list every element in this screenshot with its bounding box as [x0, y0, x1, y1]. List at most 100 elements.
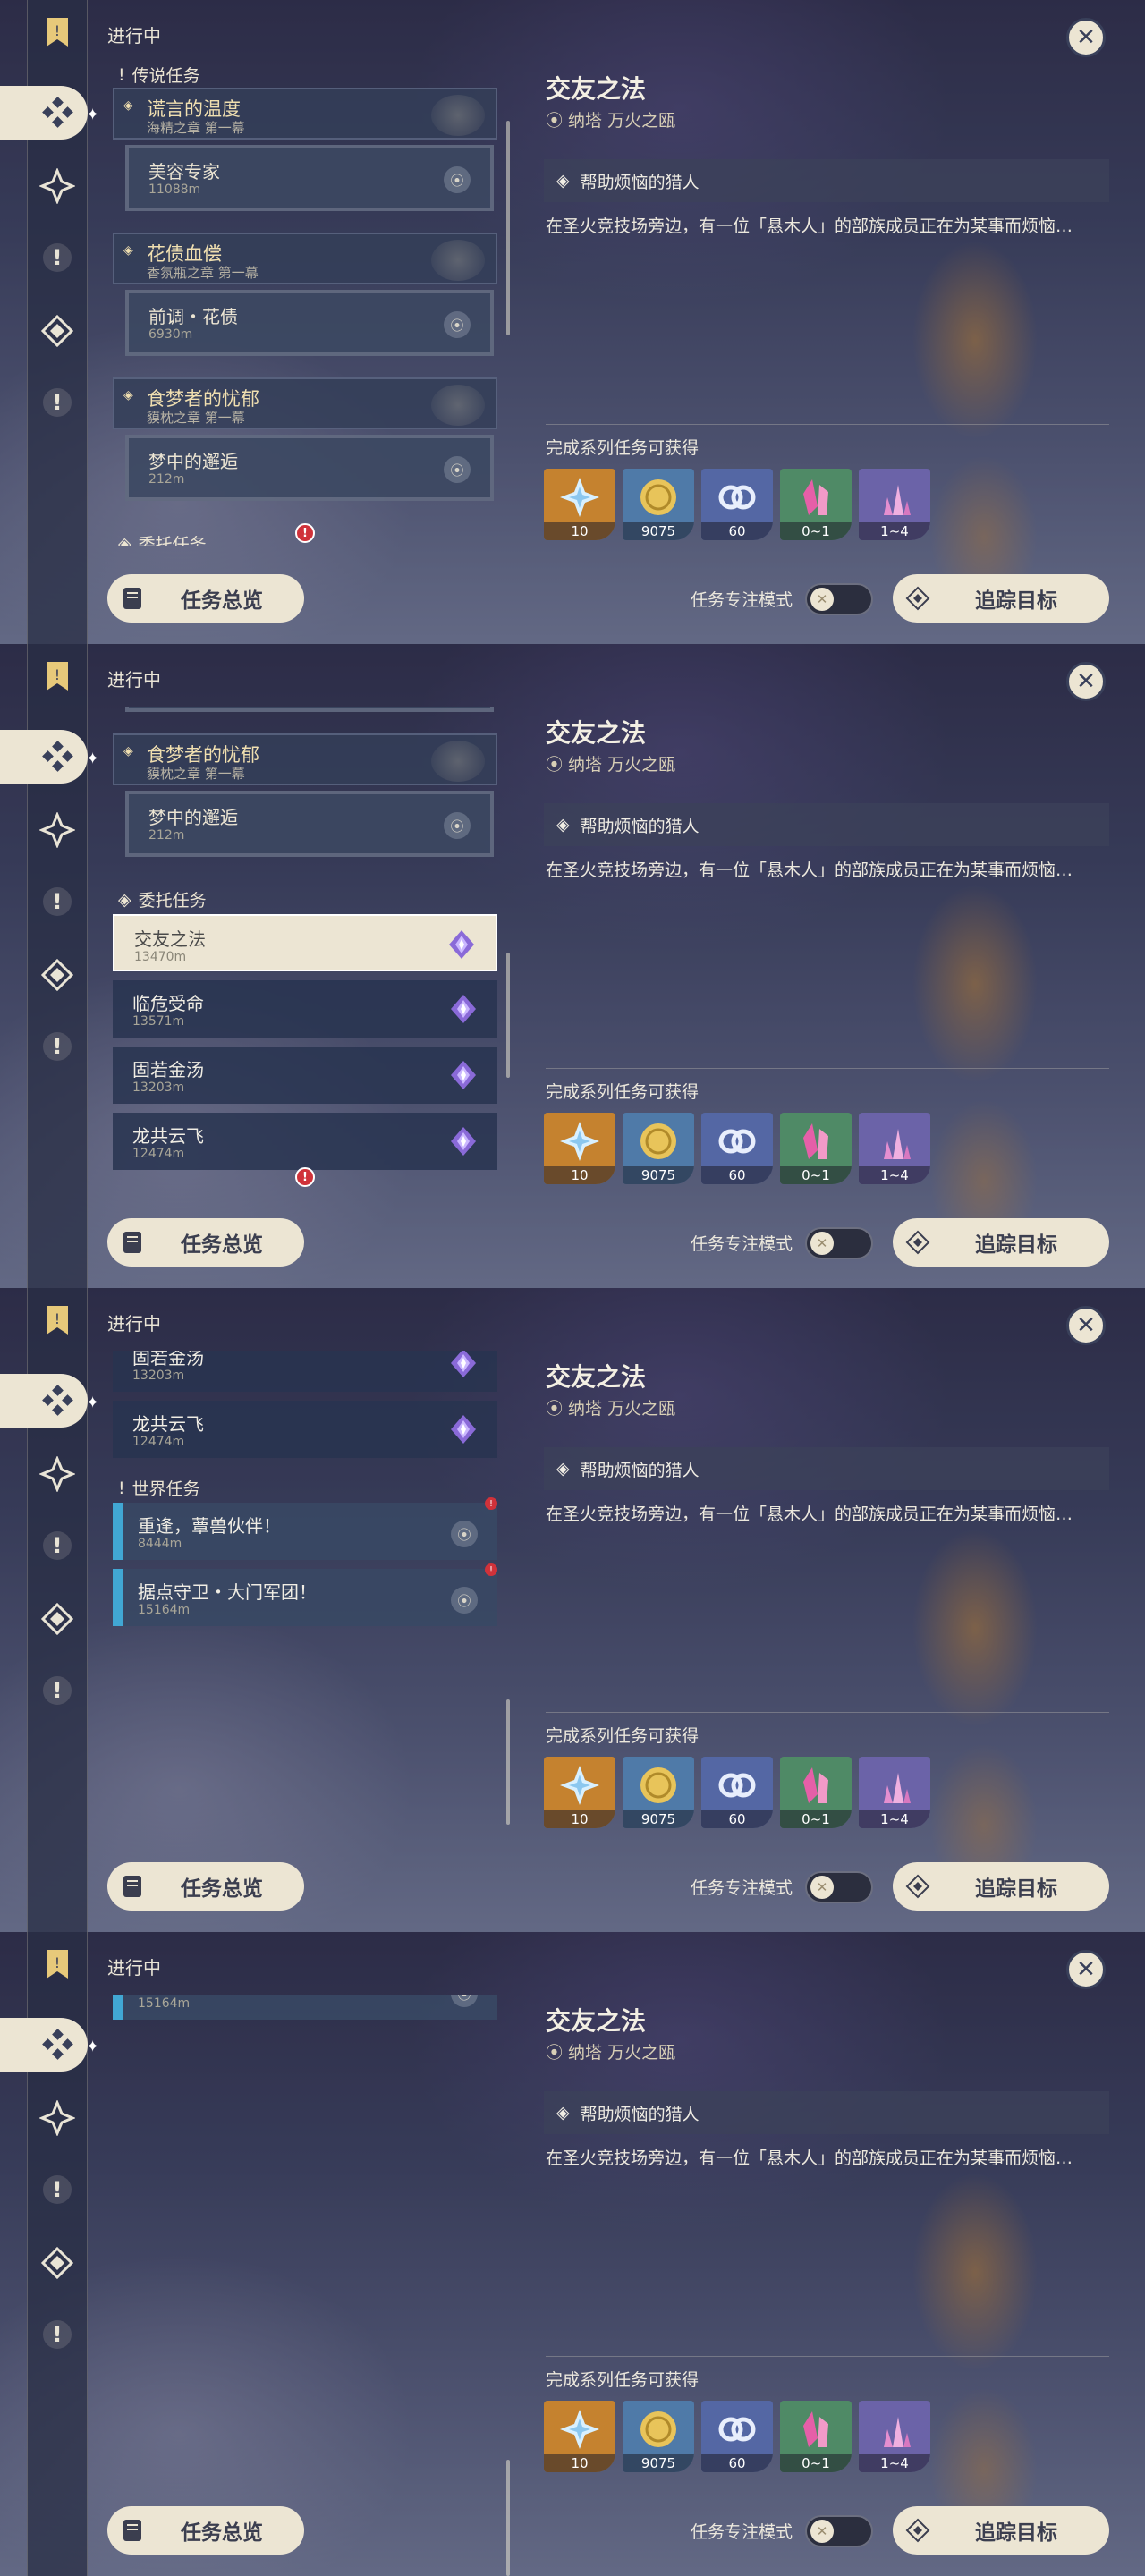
- all-quests-icon[interactable]: [34, 89, 81, 136]
- story-quest-icon[interactable]: !: [34, 878, 81, 925]
- mora-reward[interactable]: 9075: [623, 2401, 694, 2472]
- track-target-button[interactable]: 追踪目标: [893, 1218, 1109, 1267]
- world-quest-icon[interactable]: !: [34, 379, 81, 426]
- world-quest-item[interactable]: 据点守卫・大门军团！15164m⦿!: [113, 1563, 497, 1626]
- commission-quest-item[interactable]: 固若金汤 13203m: [113, 1046, 497, 1104]
- archon-quest-icon[interactable]: [34, 2095, 81, 2141]
- track-target-button[interactable]: 追踪目标: [893, 2506, 1109, 2555]
- primogem-reward[interactable]: 10: [544, 469, 615, 540]
- world-quest-item[interactable]: 重逢，蕈兽伙伴！ 8444m ⦿!: [113, 1497, 497, 1560]
- commission-quest-item[interactable]: 龙共云飞 12474m: [113, 1401, 497, 1458]
- map-pin-icon[interactable]: ⦿: [444, 812, 471, 839]
- story-quest-icon[interactable]: !: [34, 234, 81, 281]
- reward-label: 完成系列任务可获得: [546, 1726, 700, 1746]
- commission-quest-item[interactable]: 固若金汤 13203m: [113, 1351, 497, 1392]
- mora-reward[interactable]: 9075: [623, 1757, 694, 1828]
- quest-list-scrollbar[interactable]: [506, 1699, 510, 1825]
- track-target-button[interactable]: 追踪目标: [893, 574, 1109, 623]
- primogem-reward[interactable]: 10: [544, 1757, 615, 1828]
- quest-overview-button[interactable]: 任务总览: [107, 574, 304, 623]
- close-icon: ✕: [1076, 24, 1096, 51]
- companionship-reward[interactable]: 60: [701, 1113, 773, 1184]
- all-quests-icon[interactable]: [34, 2021, 81, 2068]
- map-pin-icon[interactable]: ⦿: [451, 1521, 478, 1547]
- track-target-button[interactable]: 追踪目标: [893, 1862, 1109, 1911]
- close-icon: ✕: [1076, 1956, 1096, 1983]
- bookmark-icon[interactable]: !: [34, 1297, 81, 1343]
- crystal-shard-reward[interactable]: 1~4: [859, 2401, 930, 2472]
- commission-quest-icon[interactable]: [34, 952, 81, 998]
- story-quest-icon[interactable]: !: [34, 1522, 81, 1569]
- all-quests-icon[interactable]: [34, 733, 81, 780]
- close-button[interactable]: ✕: [1066, 1306, 1106, 1345]
- archon-quest-icon[interactable]: [34, 163, 81, 209]
- toggle-off-icon: ✕: [810, 1876, 834, 1899]
- close-button[interactable]: ✕: [1066, 1950, 1106, 1989]
- companionship-reward[interactable]: 60: [701, 469, 773, 540]
- mora-reward[interactable]: 9075: [623, 1113, 694, 1184]
- crystal-reward[interactable]: 0~1: [780, 1113, 852, 1184]
- commission-quest-item[interactable]: 临危受命 13571m: [113, 980, 497, 1038]
- world-quest-icon[interactable]: !: [34, 1023, 81, 1070]
- crystal-reward[interactable]: 0~1: [780, 1757, 852, 1828]
- commission-quest-icon[interactable]: [34, 308, 81, 354]
- quest-overview-button[interactable]: 任务总览: [107, 1218, 304, 1267]
- legend-quest-card[interactable]: ◈ 食梦者的忧郁 貘枕之章 第一幕: [113, 377, 497, 429]
- quest-list[interactable]: !传说任务◈谎言的温度海精之章 第一幕美容专家11088m⦿◈花债血偿香氛瓶之章…: [109, 1995, 503, 2478]
- crystal-shard-reward[interactable]: 1~4: [859, 1757, 930, 1828]
- map-pin-icon[interactable]: ⦿: [444, 311, 471, 338]
- legend-subquest[interactable]: 美容专家 11088m ⦿: [125, 145, 494, 211]
- reward-list: 10 9075 60 0~1 1~4: [544, 1757, 930, 1828]
- quest-list-scrollbar[interactable]: [506, 953, 510, 1078]
- legend-subquest[interactable]: 前调・花债6930m⦿: [125, 290, 494, 356]
- commission-quest-item[interactable]: 龙共云飞 12474m: [113, 1113, 497, 1170]
- legend-quest-card[interactable]: ◈ 食梦者的忧郁 貘枕之章 第一幕: [113, 733, 497, 785]
- legend-quest-card[interactable]: ◈ 花债血偿 香氛瓶之章 第一幕: [113, 233, 497, 284]
- commission-quest-item[interactable]: 交友之法 13470m: [113, 914, 497, 971]
- mora-reward[interactable]: 9075: [623, 469, 694, 540]
- world-quest-icon[interactable]: !: [34, 2311, 81, 2358]
- world-quest-item[interactable]: 据点守卫・大门军团！15164m⦿!: [113, 1995, 497, 2020]
- focus-mode-toggle[interactable]: ✕: [805, 1227, 873, 1259]
- map-pin-icon[interactable]: ⦿: [444, 166, 471, 193]
- commission-quest-icon[interactable]: [34, 2240, 81, 2286]
- archon-quest-icon[interactable]: [34, 807, 81, 853]
- legend-subquest[interactable]: 梦中的邂逅 212m ⦿: [125, 791, 494, 857]
- companionship-reward[interactable]: 60: [701, 1757, 773, 1828]
- bookmark-icon[interactable]: !: [34, 653, 81, 699]
- story-quest-icon[interactable]: !: [34, 2166, 81, 2213]
- legend-subquest[interactable]: 梦中的邂逅 212m ⦿: [125, 435, 494, 501]
- commission-gem-icon: [447, 993, 479, 1025]
- all-quests-icon[interactable]: [34, 1377, 81, 1424]
- quest-list[interactable]: !传说任务◈谎言的温度海精之章 第一幕美容专家11088m⦿◈花债血偿香氛瓶之章…: [109, 63, 503, 546]
- archon-quest-icon[interactable]: [34, 1451, 81, 1497]
- crystal-shard-reward[interactable]: 1~4: [859, 469, 930, 540]
- world-quest-icon[interactable]: !: [34, 1667, 81, 1714]
- quest-list[interactable]: !传说任务◈谎言的温度海精之章 第一幕美容专家11088m⦿◈花债血偿香氛瓶之章…: [109, 707, 503, 1190]
- map-pin-icon[interactable]: ⦿: [444, 456, 471, 483]
- crystal-reward[interactable]: 0~1: [780, 2401, 852, 2472]
- section-label: 世界任务: [132, 1188, 200, 1190]
- legend-subquest[interactable]: 前调・花债6930m⦿: [125, 707, 494, 712]
- bookmark-icon[interactable]: !: [34, 9, 81, 55]
- commission-quest-icon[interactable]: [34, 1596, 81, 1642]
- quest-overview-button[interactable]: 任务总览: [107, 1862, 304, 1911]
- crystal-shard-reward[interactable]: 1~4: [859, 1113, 930, 1184]
- map-pin-icon[interactable]: ⦿: [451, 1587, 478, 1614]
- companionship-reward[interactable]: 60: [701, 2401, 773, 2472]
- map-pin-icon[interactable]: ⦿: [451, 1995, 478, 2007]
- primogem-reward[interactable]: 10: [544, 2401, 615, 2472]
- quest-overview-button[interactable]: 任务总览: [107, 2506, 304, 2555]
- crystal-reward[interactable]: 0~1: [780, 469, 852, 540]
- close-button[interactable]: ✕: [1066, 662, 1106, 701]
- quest-list[interactable]: !传说任务◈谎言的温度海精之章 第一幕美容专家11088m⦿◈花债血偿香氛瓶之章…: [109, 1351, 503, 1834]
- bookmark-icon[interactable]: !: [34, 1941, 81, 1987]
- quest-list-scrollbar[interactable]: [506, 121, 510, 335]
- close-button[interactable]: ✕: [1066, 18, 1106, 57]
- primogem-reward[interactable]: 10: [544, 1113, 615, 1184]
- focus-mode-toggle[interactable]: ✕: [805, 1871, 873, 1903]
- legend-quest-card[interactable]: ◈ 谎言的温度 海精之章 第一幕: [113, 88, 497, 140]
- focus-mode-toggle[interactable]: ✕: [805, 2515, 873, 2547]
- quest-list-scrollbar[interactable]: [506, 2460, 510, 2576]
- focus-mode-toggle[interactable]: ✕: [805, 583, 873, 615]
